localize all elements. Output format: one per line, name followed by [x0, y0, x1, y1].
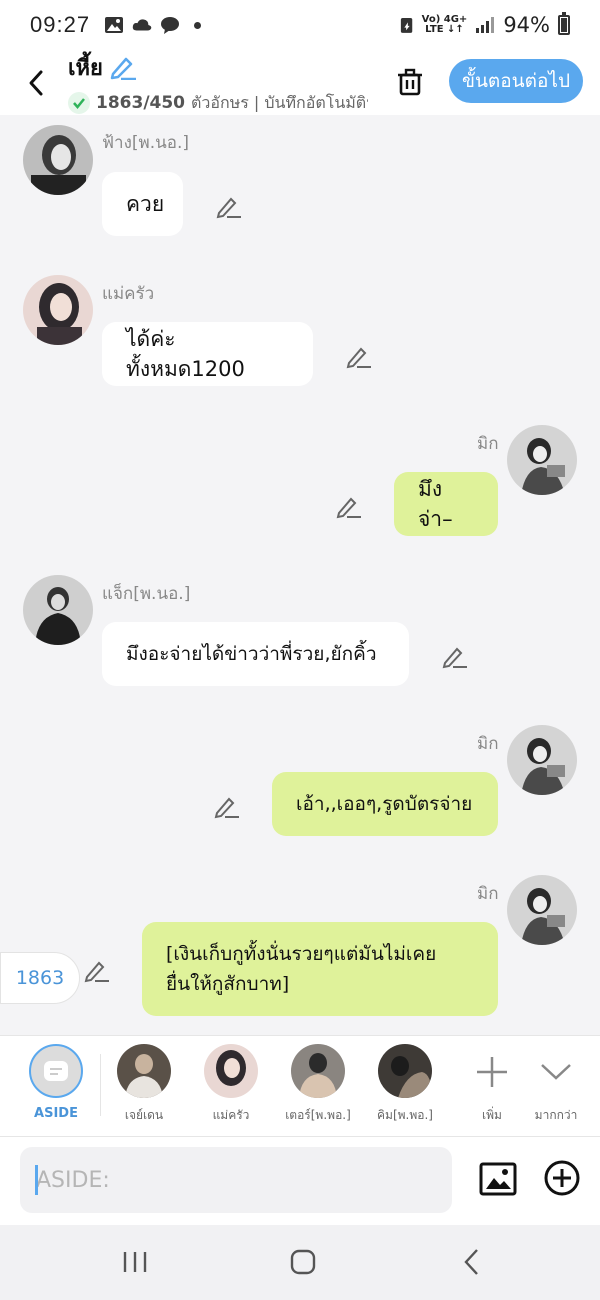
message-text: เอ้า,,เออๆ,รูดบัตรจ่าย — [296, 793, 473, 815]
message-text: ควย — [126, 192, 165, 216]
sender-name: ฟ้าง[พ.นอ.] — [102, 133, 189, 153]
sender-name: มิก — [477, 434, 499, 454]
avatar — [117, 1044, 171, 1098]
plus-icon — [477, 1057, 507, 1087]
battery-percent: 94% — [503, 13, 550, 37]
character-option[interactable]: เตอร์[พ.พอ.] — [278, 1044, 358, 1125]
chevron-down-icon — [541, 1064, 571, 1080]
aside-option[interactable]: ASIDE — [16, 1044, 96, 1121]
character-count: 1863/450 — [96, 93, 186, 113]
system-back-button[interactable] — [452, 1247, 492, 1277]
message-text: มึงอะจ่ายได้ข่าวว่าพี่รวย,ยักคิ้ว — [126, 643, 377, 665]
message-bubble[interactable]: ควย — [102, 172, 183, 236]
character-label: เตอร์[พ.พอ.] — [285, 1108, 351, 1122]
sender-name: มิก — [477, 734, 499, 754]
next-step-button[interactable]: ขั้นตอนต่อไป — [449, 59, 583, 103]
edit-message-icon[interactable] — [336, 493, 362, 519]
back-button[interactable] — [16, 63, 56, 103]
composer — [0, 1137, 600, 1225]
divider — [100, 1054, 101, 1116]
recent-apps-icon — [123, 1252, 147, 1272]
chat-header: เหี้ย 1863/450 ตัวอักษร | บันทึกอัตโนมัต… — [0, 50, 600, 115]
status-bar: 09:27 Vo) 4G+ LTE ↓↑ 94% — [0, 0, 600, 50]
system-nav-bar — [0, 1225, 600, 1300]
delete-button[interactable] — [390, 62, 430, 102]
notification-dot — [194, 21, 202, 29]
character-count-pill[interactable]: 1863 — [0, 952, 80, 1004]
status-time: 09:27 — [30, 12, 91, 37]
message-bubble[interactable]: มึงจ่า– — [394, 472, 498, 536]
message-bubble[interactable]: ได้ค่ะทั้งหมด1200 — [102, 322, 313, 386]
image-icon[interactable] — [478, 1159, 518, 1199]
character-selector: ASIDE เจย์เดน แม่ครัว เตอร์[พ.พอ.] คิม[พ… — [0, 1035, 600, 1137]
back-arrow-icon — [464, 1249, 478, 1275]
signal-icon — [476, 17, 495, 33]
home-button[interactable] — [283, 1247, 323, 1277]
sender-name: แม่ครัว — [102, 284, 155, 304]
character-label: แม่ครัว — [212, 1108, 250, 1122]
autosave-status: ตัวอักษร | บันทึกอัตโนมัติหลัง — [191, 92, 368, 112]
more-label: มากกว่า — [534, 1108, 578, 1122]
gallery-icon — [105, 17, 124, 33]
message-text-line: [เงินเก็บกูทั้งนั่นรวยๆแต่มันไม่เคย — [166, 943, 437, 965]
text-caret — [35, 1165, 38, 1195]
saved-check-icon — [68, 92, 90, 114]
title-block: เหี้ย 1863/450 ตัวอักษร | บันทึกอัตโนมัต… — [68, 50, 368, 116]
message-list[interactable]: ฟ้าง[พ.นอ.] ควย แม่ครัว ได้ค่ะทั้งหมด120… — [0, 115, 600, 1035]
avatar — [378, 1044, 432, 1098]
avatar[interactable] — [507, 425, 577, 495]
character-option[interactable]: เจย์เดน — [104, 1044, 184, 1125]
narration-icon — [44, 1061, 68, 1081]
message-text-line: ยื่นให้กูสักบาท] — [166, 973, 290, 995]
message-text: ได้ค่ะทั้งหมด1200 — [126, 327, 245, 381]
edit-message-icon[interactable] — [214, 793, 240, 819]
character-option[interactable]: คิม[พ.พอ.] — [365, 1044, 445, 1125]
message-text: มึงจ่า– — [418, 477, 453, 531]
avatar — [204, 1044, 258, 1098]
edit-title-icon[interactable] — [109, 54, 137, 80]
add-circle-icon[interactable] — [543, 1159, 581, 1197]
character-label: คิม[พ.พอ.] — [377, 1108, 433, 1122]
avatar[interactable] — [23, 575, 93, 645]
story-title: เหี้ย — [68, 55, 103, 81]
battery-icon — [558, 12, 570, 35]
home-icon — [290, 1249, 316, 1275]
chat-bubbles-icon — [161, 17, 180, 34]
message-bubble[interactable]: เอ้า,,เออๆ,รูดบัตรจ่าย — [272, 772, 498, 836]
aside-label: ASIDE — [34, 1106, 78, 1121]
edit-message-icon[interactable] — [84, 957, 110, 983]
message-input[interactable] — [20, 1147, 452, 1213]
avatar — [291, 1044, 345, 1098]
avatar[interactable] — [23, 125, 93, 195]
message-bubble[interactable]: [เงินเก็บกูทั้งนั่นรวยๆแต่มันไม่เคย ยื่น… — [142, 922, 498, 1016]
edit-message-icon[interactable] — [346, 343, 372, 369]
recent-apps-button[interactable] — [115, 1247, 155, 1277]
character-label: เจย์เดน — [124, 1108, 164, 1122]
character-option[interactable]: แม่ครัว — [191, 1044, 271, 1125]
more-characters-button[interactable]: มากกว่า — [516, 1044, 596, 1125]
sender-name: มิก — [477, 884, 499, 904]
message-bubble[interactable]: มึงอะจ่ายได้ข่าวว่าพี่รวย,ยักคิ้ว — [102, 622, 409, 686]
cloud-icon — [132, 19, 152, 31]
sender-name: แจ็ก[พ.นอ.] — [102, 584, 191, 604]
avatar[interactable] — [23, 275, 93, 345]
edit-message-icon[interactable] — [216, 193, 242, 219]
edit-message-icon[interactable] — [442, 643, 468, 669]
chevron-left-icon — [29, 70, 43, 95]
avatar[interactable] — [507, 725, 577, 795]
add-label: เพิ่ม — [482, 1108, 502, 1122]
avatar[interactable] — [507, 875, 577, 945]
network-type: Vo) 4G+ LTE ↓↑ — [421, 14, 468, 35]
data-saver-icon — [400, 18, 412, 33]
trash-icon — [398, 68, 422, 96]
